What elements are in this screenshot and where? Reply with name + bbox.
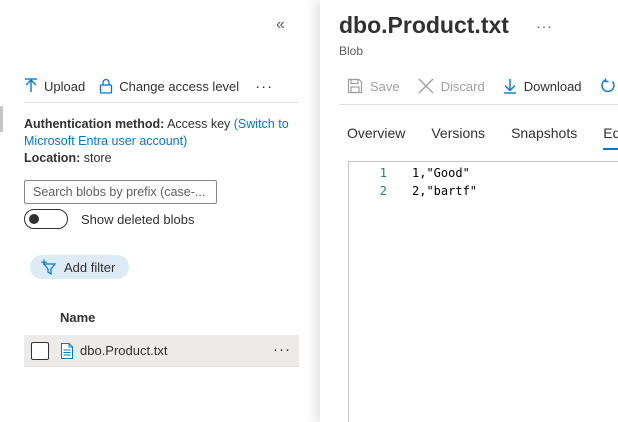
lock-icon [100,78,113,94]
download-icon [503,79,516,94]
blob-editor[interactable]: 1 1,"Good" 2 2,"bartf" [348,161,618,422]
upload-button[interactable]: Upload [24,78,85,94]
blob-name[interactable]: dbo.Product.txt [80,343,167,358]
title-more-button[interactable]: ··· [536,18,553,34]
container-toolbar: Upload Change access level ··· [24,74,273,98]
collapse-pane-button[interactable]: « [276,16,285,34]
refresh-icon [600,78,615,93]
discard-button[interactable]: Discard [418,78,485,94]
save-icon [347,78,363,94]
row-checkbox[interactable] [31,341,49,360]
tab-versions[interactable]: Versions [431,125,485,150]
show-deleted-label: Show deleted blobs [81,211,195,227]
toolbar-more-button[interactable]: ··· [255,78,273,95]
show-deleted-row: Show deleted blobs [24,209,194,229]
page-subtitle: Blob [339,44,364,58]
change-access-level-button[interactable]: Change access level [99,78,239,94]
download-label: Download [523,78,582,94]
change-access-level-label: Change access level [119,78,240,94]
discard-label: Discard [440,78,485,94]
show-deleted-toggle[interactable] [24,209,68,229]
file-icon [61,342,73,359]
tab-overview[interactable]: Overview [347,125,405,150]
editor-line: 1 1,"Good" [349,166,470,184]
row-more-button[interactable]: ··· [273,341,291,358]
column-header-name[interactable]: Name [60,310,95,325]
line-number: 2 [379,184,387,198]
tab-edit[interactable]: Edit [603,125,618,150]
toggle-knob [29,214,39,224]
line-text[interactable]: 1,"Good" [412,166,470,184]
blob-toolbar: Save Discard Download [347,76,618,96]
toolbar-divider [24,102,299,103]
refresh-button[interactable] [600,78,616,94]
table-row[interactable]: dbo.Product.txt ··· [24,335,299,367]
close-icon [418,78,434,94]
location-value: store [83,151,112,165]
filter-add-icon [41,259,57,275]
location-label: Location: [24,151,81,165]
blob-detail-pane: dbo.Product.txt ··· Blob Save Discard Do… [320,0,618,422]
left-edge-indicator [0,106,3,132]
upload-label: Upload [44,78,86,94]
save-button[interactable]: Save [347,78,400,94]
search-blobs-input[interactable] [24,180,217,204]
line-text[interactable]: 2,"bartf" [412,184,477,202]
auth-info: Authentication method: Access key (Switc… [24,116,304,167]
tab-snapshots[interactable]: Snapshots [511,125,577,150]
add-filter-label: Add filter [64,259,116,275]
left-pane: « Upload Change access level ··· Authent… [0,0,320,422]
line-number: 1 [379,166,387,180]
save-label: Save [370,78,400,94]
blob-toolbar-divider [339,104,618,105]
page-title: dbo.Product.txt [339,12,509,38]
download-button[interactable]: Download [503,78,582,94]
auth-method-label: Authentication method: [24,117,165,131]
blob-tabs: Overview Versions Snapshots Edit [347,125,618,150]
add-filter-button[interactable]: Add filter [30,255,130,279]
upload-icon [25,78,37,92]
auth-method-value: Access key [167,117,231,131]
editor-line: 2 2,"bartf" [349,184,477,202]
